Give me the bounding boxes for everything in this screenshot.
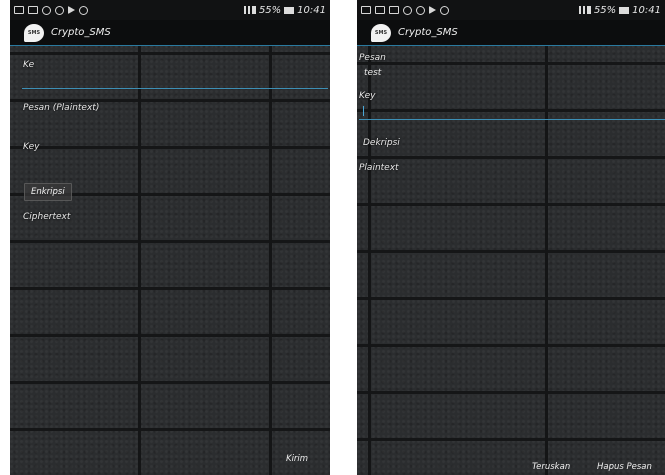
play-icon (429, 6, 436, 14)
delete-message-button[interactable]: Hapus Pesan (597, 462, 652, 472)
message-value: test (364, 68, 382, 78)
key-input-cursor (363, 106, 364, 116)
key-input[interactable] (359, 119, 665, 120)
clock: 10:41 (632, 4, 661, 16)
clock: 10:41 (297, 4, 326, 16)
encrypt-button[interactable]: Enkripsi (24, 183, 72, 201)
battery-icon (619, 6, 630, 14)
battery-percent: 55% (593, 4, 617, 16)
app-title: Crypto_SMS (398, 27, 458, 38)
action-bar: SMS Crypto_SMS (357, 20, 665, 46)
app-title: Crypto_SMS (51, 27, 111, 38)
app-logo-icon: SMS (371, 23, 391, 42)
system-status: 55% 10:41 (243, 4, 326, 16)
headset-icon (79, 5, 88, 15)
ciphertext-label: Ciphertext (23, 212, 71, 222)
plaintext-label: Plaintext (359, 163, 399, 173)
key-field-label[interactable]: Key (23, 142, 39, 152)
send-button[interactable]: Kirim (286, 454, 308, 464)
key-field-label: Key (359, 91, 376, 101)
gallery-icon (389, 6, 399, 14)
message-field-label[interactable]: Pesan (Plaintext) (23, 103, 99, 113)
battery-icon (284, 6, 295, 14)
decrypt-button[interactable]: Dekripsi (363, 138, 400, 148)
headset-icon (440, 5, 449, 15)
system-status: 55% 10:41 (578, 4, 661, 16)
battery-percent: 55% (258, 4, 282, 16)
settings-icon (416, 5, 425, 15)
encrypt-screen: 55% 10:41 SMS Crypto_SMS Ke Pesan (Plain… (10, 0, 330, 475)
camera-icon (403, 5, 412, 15)
action-bar: SMS Crypto_SMS (10, 20, 330, 46)
camera-icon (42, 5, 51, 15)
signal-icon (578, 6, 591, 14)
message-field-label: Pesan (359, 53, 386, 63)
status-bar: 55% 10:41 (357, 0, 665, 20)
forward-button[interactable]: Teruskan (532, 462, 570, 472)
decrypt-screen: 55% 10:41 SMS Crypto_SMS Pesan test Key … (357, 0, 665, 475)
to-field-label: Ke (23, 60, 35, 70)
notification-icons (361, 5, 449, 15)
message-icon (375, 6, 385, 14)
signal-icon (243, 6, 256, 14)
mail-icon (361, 6, 371, 14)
notification-icons (14, 5, 88, 15)
app-logo-icon: SMS (24, 23, 44, 42)
message-icon (28, 6, 38, 14)
settings-icon (55, 5, 64, 15)
status-bar: 55% 10:41 (10, 0, 330, 20)
to-input[interactable] (22, 88, 328, 89)
play-icon (68, 6, 75, 14)
mail-icon (14, 6, 24, 14)
